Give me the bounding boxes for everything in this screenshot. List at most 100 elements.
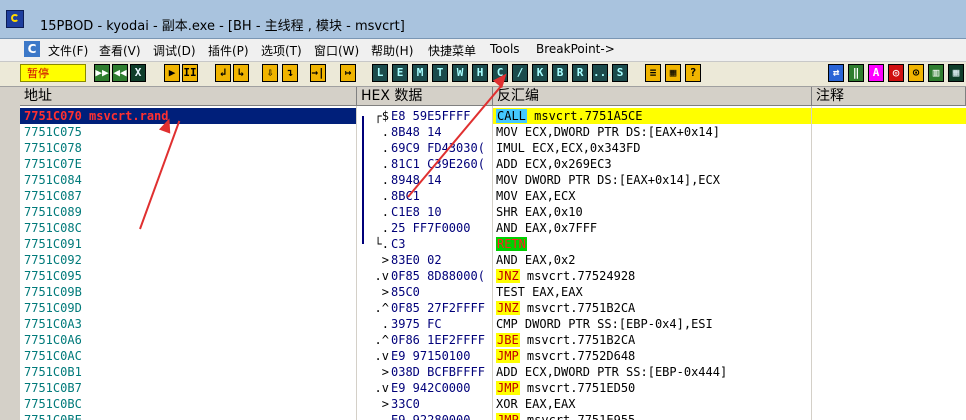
disasm-column-header[interactable]: 反汇编 [493, 87, 812, 106]
comment-cell[interactable] [812, 140, 966, 156]
menu-window[interactable]: 窗口(W) [314, 42, 359, 59]
threads-window-button[interactable]: T [432, 64, 448, 82]
swap-button[interactable]: ⇄ [828, 64, 844, 82]
windows-window-button[interactable]: W [452, 64, 468, 82]
comment-column-header[interactable]: 注释 [812, 87, 966, 106]
disasm-cell[interactable]: JMP msvcrt.7752D648 [493, 348, 811, 364]
disasm-cell[interactable]: JBE msvcrt.7751B2CA [493, 332, 811, 348]
disasm-cell[interactable]: CALL msvcrt.7751A5CE [493, 108, 811, 124]
address-cell[interactable]: 7751C0BC [20, 396, 356, 412]
address-pane[interactable]: 7751C070 msvcrt.rand 7751C075 7751C078 7751… [20, 106, 356, 420]
menu-file[interactable]: 文件(F) [48, 42, 88, 59]
disasm-cell[interactable]: CMP DWORD PTR SS:[EBP-0x4],ESI [493, 316, 811, 332]
comment-cell[interactable] [812, 156, 966, 172]
comment-cell[interactable] [812, 268, 966, 284]
address-cell[interactable]: 7751C0B7 [20, 380, 356, 396]
options-list-button[interactable]: ≡ [645, 64, 661, 82]
pause-button[interactable]: II [182, 64, 198, 82]
target-plugin-button[interactable]: ◎ [888, 64, 904, 82]
address-cell[interactable]: 7751C0BE [20, 412, 356, 420]
address-column-header[interactable]: 地址 [20, 87, 357, 106]
menu-tools[interactable]: Tools [490, 42, 520, 56]
menu-view[interactable]: 查看(V) [99, 42, 141, 59]
comment-cell[interactable] [812, 284, 966, 300]
disasm-cell[interactable]: MOV ECX,DWORD PTR DS:[EAX+0x14] [493, 124, 811, 140]
menu-plugins[interactable]: 插件(P) [208, 42, 249, 59]
address-cell[interactable]: 7751C09D [20, 300, 356, 316]
address-cell[interactable]: 7751C07E [20, 156, 356, 172]
disasm-cell[interactable]: JNZ msvcrt.77524928 [493, 268, 811, 284]
pause-plugin-button[interactable]: ‖ [848, 64, 864, 82]
disasm-cell[interactable]: AND EAX,0x7FFF [493, 220, 811, 236]
dot-plugin-button[interactable]: ⊙ [908, 64, 924, 82]
help-button[interactable]: ? [685, 64, 701, 82]
disasm-cell[interactable]: XOR EAX,EAX [493, 396, 811, 412]
disasm-cell[interactable]: RETN [493, 236, 811, 252]
disasm-cell[interactable]: ADD ECX,DWORD PTR SS:[EBP-0x444] [493, 364, 811, 380]
hex-cell[interactable]: . E9 92280000 [357, 412, 492, 420]
address-cell[interactable]: 7751C084 [20, 172, 356, 188]
comment-cell[interactable] [812, 332, 966, 348]
comment-pane[interactable] [812, 106, 966, 420]
disasm-pane[interactable]: CALL msvcrt.7751A5CE MOV ECX,DWORD PTR DS… [493, 106, 811, 420]
address-cell[interactable]: 7751C089 [20, 204, 356, 220]
hex-cell[interactable]: .v E9 942C0000 [357, 380, 492, 396]
disasm-cell[interactable]: JMP msvcrt.7751ED50 [493, 380, 811, 396]
source-window-button[interactable]: S [612, 64, 628, 82]
hex-cell[interactable]: . 69C9 FD43030( [357, 140, 492, 156]
a-plugin-button[interactable]: A [868, 64, 884, 82]
menu-help[interactable]: 帮助(H) [371, 42, 413, 59]
disasm-cell[interactable]: IMUL ECX,ECX,0x343FD [493, 140, 811, 156]
goto-button[interactable]: ↦ [340, 64, 356, 82]
breakpoints-window-button[interactable]: B [552, 64, 568, 82]
handles-window-button[interactable]: H [472, 64, 488, 82]
disasm-cell[interactable]: SHR EAX,0x10 [493, 204, 811, 220]
close-button[interactable]: X [130, 64, 146, 82]
disasm-cell[interactable]: MOV EAX,ECX [493, 188, 811, 204]
address-cell[interactable]: 7751C091 [20, 236, 356, 252]
step-into-button[interactable]: ↲ [215, 64, 231, 82]
disasm-cell[interactable]: ADD ECX,0x269EC3 [493, 156, 811, 172]
hex-cell[interactable]: .v 0F85 8D88000( [357, 268, 492, 284]
comment-cell[interactable] [812, 172, 966, 188]
rewind-button[interactable]: ◀◀ [112, 64, 128, 82]
hex-cell[interactable]: . 3975 FC [357, 316, 492, 332]
patches-window-button[interactable]: / [512, 64, 528, 82]
comment-cell[interactable] [812, 220, 966, 236]
trace-into-button[interactable]: ⇩ [262, 64, 278, 82]
hex-cell[interactable]: . 25 FF7F0000 [357, 220, 492, 236]
comment-cell[interactable] [812, 300, 966, 316]
address-cell[interactable]: 7751C0A6 [20, 332, 356, 348]
address-cell[interactable]: 7751C095 [20, 268, 356, 284]
log-window-button[interactable]: L [372, 64, 388, 82]
menu-debug[interactable]: 调试(D) [153, 42, 196, 59]
hex-cell[interactable]: .^ 0F86 1EF2FFFF [357, 332, 492, 348]
hex-cell[interactable]: └. C3 [357, 236, 492, 252]
app-menu-icon[interactable]: C [24, 41, 40, 57]
menu-options[interactable]: 选项(T) [261, 42, 302, 59]
callstack-window-button[interactable]: K [532, 64, 548, 82]
hex-pane[interactable]: ┌$ E8 59E5FFFF. 8B48 14. 69C9 FD43030(. 81C1… [357, 106, 492, 420]
grid-plugin-button[interactable]: ▦ [948, 64, 964, 82]
hex-cell[interactable]: . C1E8 10 [357, 204, 492, 220]
disasm-cell[interactable]: TEST EAX,EAX [493, 284, 811, 300]
disasm-cell[interactable]: JNZ msvcrt.7751B2CA [493, 300, 811, 316]
disasm-cell[interactable]: AND EAX,0x2 [493, 252, 811, 268]
address-cell[interactable]: 7751C078 [20, 140, 356, 156]
comment-cell[interactable] [812, 380, 966, 396]
menu-breakpoint[interactable]: BreakPoint-> [536, 42, 615, 56]
comment-cell[interactable] [812, 204, 966, 220]
address-cell[interactable]: 7751C070 msvcrt.rand [20, 108, 356, 124]
comment-cell[interactable] [812, 316, 966, 332]
comment-cell[interactable] [812, 364, 966, 380]
hex-column-header[interactable]: HEX 数据 [357, 87, 493, 106]
hex-cell[interactable]: . 81C1 C39E260( [357, 156, 492, 172]
hex-cell[interactable]: . 8B48 14 [357, 124, 492, 140]
comment-cell[interactable] [812, 252, 966, 268]
hex-cell[interactable]: .^ 0F85 27F2FFFF [357, 300, 492, 316]
trace-over-button[interactable]: ↴ [282, 64, 298, 82]
comment-cell[interactable] [812, 236, 966, 252]
hex-cell[interactable]: . 8BC1 [357, 188, 492, 204]
address-cell[interactable]: 7751C075 [20, 124, 356, 140]
address-cell[interactable]: 7751C0B1 [20, 364, 356, 380]
